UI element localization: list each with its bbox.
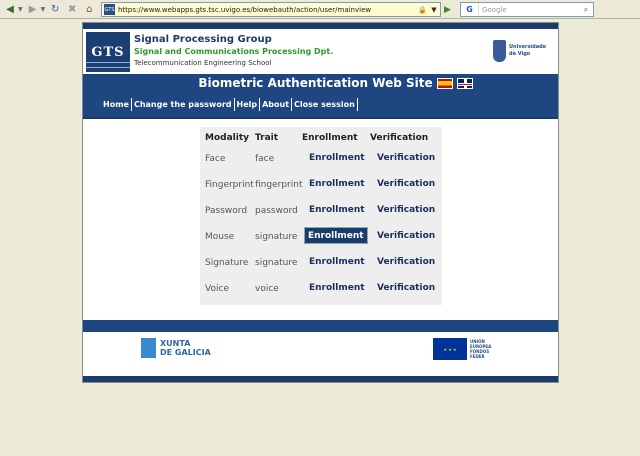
url-text[interactable]: https://www.webapps.gts.tsc.uvigo.es/bio…: [118, 6, 418, 14]
xunta-crest-icon: [141, 338, 156, 358]
forward-dropdown-icon[interactable]: ▼: [41, 6, 46, 13]
xunta-logo[interactable]: XUNTA DE GALICIA: [141, 338, 211, 358]
spanish-flag-icon[interactable]: [436, 77, 453, 89]
site-favicon-icon: GTS: [104, 4, 115, 15]
row-voice-modality: Voice: [205, 284, 229, 294]
search-icon[interactable]: ⌕: [579, 3, 593, 16]
header-verification: Verification: [370, 133, 429, 143]
university-name-line2: de Vigo: [509, 51, 531, 57]
row-mouse-modality: Mouse: [205, 232, 235, 242]
reload-icon[interactable]: ↻: [48, 2, 62, 16]
row-voice-trait: voice: [255, 284, 279, 294]
xunta-line2: DE GALICIA: [160, 348, 211, 357]
nav-close-session[interactable]: Close session: [292, 98, 358, 111]
enrollment-fingerprint-link[interactable]: Enrollment: [306, 175, 368, 192]
enrollment-voice-link[interactable]: Enrollment: [306, 279, 368, 296]
row-password-modality: Password: [205, 206, 248, 216]
verification-fingerprint-link[interactable]: Verification: [374, 175, 438, 192]
university-name-line1: Universidade: [509, 44, 547, 50]
enrollment-signature-link[interactable]: Enrollment: [306, 253, 368, 270]
header-trait: Trait: [255, 133, 279, 143]
go-button[interactable]: ▶: [441, 2, 454, 17]
url-bar[interactable]: GTS https://www.webapps.gts.tsc.uvigo.es…: [101, 2, 441, 17]
university-crest-icon: [493, 40, 506, 62]
footer-band: [83, 320, 558, 332]
group-title: Signal Processing Group: [134, 34, 272, 45]
url-dropdown-icon[interactable]: ▼: [428, 6, 440, 14]
search-input[interactable]: Google: [479, 6, 579, 14]
row-face-trait: face: [255, 154, 275, 164]
xunta-logo-text: XUNTA DE GALICIA: [160, 339, 211, 357]
page-header: GTS Signal Processing Group Signal and C…: [83, 29, 558, 74]
verification-face-link[interactable]: Verification: [374, 149, 438, 166]
school-title: Telecommunication Engineering School: [134, 59, 272, 67]
nav-about[interactable]: About: [260, 98, 293, 111]
row-face-modality: Face: [205, 154, 226, 164]
department-title: Signal and Communications Processing Dpt…: [134, 47, 334, 56]
gts-logo-text: GTS: [91, 44, 125, 60]
site-title: Biometric Authentication Web Site: [198, 76, 433, 90]
stop-icon[interactable]: ✖: [65, 2, 79, 16]
xunta-line1: XUNTA: [160, 339, 191, 348]
biometric-matrix: Modality Trait Enrollment Verification F…: [200, 127, 442, 305]
eu-feder-logo[interactable]: ★ ★ ★ UNION EUROPEA FONDOS FEDER: [433, 338, 491, 360]
row-password-trait: password: [255, 206, 298, 216]
verification-mouse-link[interactable]: Verification: [374, 227, 438, 244]
gts-logo: GTS: [86, 32, 130, 72]
main-content: Modality Trait Enrollment Verification F…: [83, 117, 558, 320]
lock-icon[interactable]: 🔒: [418, 6, 428, 14]
eu-line4: FEDER: [470, 354, 485, 359]
row-mouse-trait: signature: [255, 232, 298, 242]
back-dropdown-icon[interactable]: ▼: [18, 6, 23, 13]
bottom-band: [83, 376, 558, 382]
english-flag-icon[interactable]: [456, 77, 473, 89]
verification-password-link[interactable]: Verification: [374, 201, 438, 218]
eu-flag-icon: ★ ★ ★: [433, 338, 467, 360]
eu-logo-text: UNION EUROPEA FONDOS FEDER: [470, 339, 491, 359]
gts-logo-lines: [86, 62, 130, 68]
enrollment-face-link[interactable]: Enrollment: [306, 149, 368, 166]
search-engine-icon[interactable]: G: [461, 3, 479, 16]
site-title-bar: Biometric Authentication Web Site: [83, 74, 558, 92]
row-fingerprint-modality: Fingerprint: [205, 180, 254, 190]
enrollment-mouse-link[interactable]: Enrollment: [304, 227, 368, 244]
verification-voice-link[interactable]: Verification: [374, 279, 438, 296]
enrollment-password-link[interactable]: Enrollment: [306, 201, 368, 218]
row-signature-modality: Signature: [205, 258, 249, 268]
row-signature-trait: signature: [255, 258, 298, 268]
header-modality: Modality: [205, 133, 249, 143]
page-footer: XUNTA DE GALICIA ★ ★ ★ UNION EUROPEA FON…: [83, 332, 558, 376]
nav-bar: Home Change the password Help About Clos…: [83, 92, 558, 117]
forward-icon[interactable]: ▶: [26, 2, 40, 16]
university-logo[interactable]: Universidade de Vigo: [493, 37, 549, 65]
web-page: GTS Signal Processing Group Signal and C…: [82, 22, 559, 383]
header-enrollment: Enrollment: [302, 133, 358, 143]
back-icon[interactable]: ◀: [3, 2, 17, 16]
nav-change-password[interactable]: Change the password: [132, 98, 235, 111]
home-icon[interactable]: ⌂: [82, 2, 96, 16]
university-logo-text: Universidade de Vigo: [509, 44, 546, 58]
search-box[interactable]: G Google ⌕: [460, 2, 594, 17]
nav-home[interactable]: Home: [101, 98, 132, 111]
nav-help[interactable]: Help: [235, 98, 261, 111]
row-fingerprint-trait: fingerprint: [255, 180, 303, 190]
verification-signature-link[interactable]: Verification: [374, 253, 438, 270]
